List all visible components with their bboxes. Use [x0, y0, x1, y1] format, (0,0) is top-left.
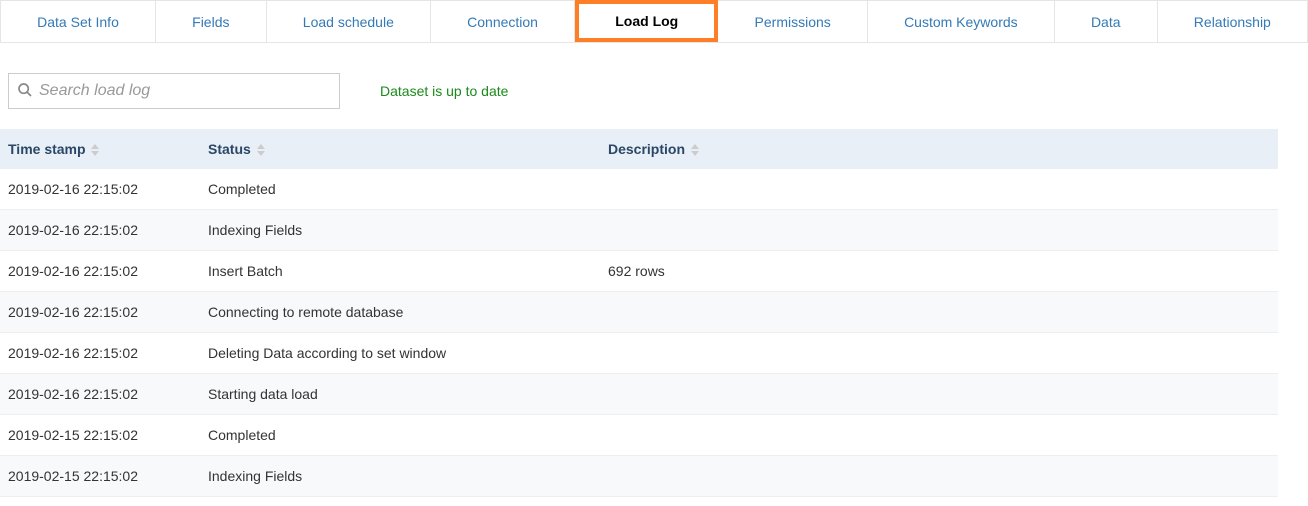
cell-timestamp: 2019-02-16 22:15:02 [0, 251, 200, 292]
header-status-label: Status [208, 141, 251, 157]
header-timestamp[interactable]: Time stamp [0, 129, 200, 169]
search-box[interactable] [8, 73, 340, 109]
dataset-status-message: Dataset is up to date [380, 83, 508, 99]
table-row: 2019-02-16 22:15:02Deleting Data accordi… [0, 333, 1278, 374]
cell-timestamp: 2019-02-16 22:15:02 [0, 374, 200, 415]
tab-bar: Data Set Info Fields Load schedule Connecti… [0, 0, 1308, 43]
cell-description [600, 292, 1278, 333]
tab-label: Relationship [1194, 14, 1271, 30]
table-row: 2019-02-15 22:15:02Completed [0, 415, 1278, 456]
table-row: 2019-02-16 22:15:02Insert Batch692 rows [0, 251, 1278, 292]
cell-timestamp: 2019-02-15 22:15:02 [0, 456, 200, 497]
cell-status: Completed [200, 169, 600, 210]
header-description[interactable]: Description [600, 129, 1278, 169]
cell-status: Completed [200, 415, 600, 456]
cell-status: Indexing Fields [200, 210, 600, 251]
cell-timestamp: 2019-02-16 22:15:02 [0, 333, 200, 374]
table-row: 2019-02-16 22:15:02Connecting to remote … [0, 292, 1278, 333]
tab-custom-keywords[interactable]: Custom Keywords [868, 0, 1055, 42]
table-row: 2019-02-15 22:15:02Indexing Fields [0, 456, 1278, 497]
tab-relationship[interactable]: Relationship [1158, 0, 1308, 42]
table-row: 2019-02-16 22:15:02Starting data load [0, 374, 1278, 415]
tab-load-schedule[interactable]: Load schedule [267, 0, 431, 42]
cell-timestamp: 2019-02-16 22:15:02 [0, 292, 200, 333]
sort-icon [91, 144, 99, 156]
load-log-table: Time stamp Status Description 2019-02-16… [0, 129, 1278, 497]
cell-description [600, 374, 1278, 415]
cell-description [600, 415, 1278, 456]
table-row: 2019-02-16 22:15:02Completed [0, 169, 1278, 210]
cell-timestamp: 2019-02-16 22:15:02 [0, 169, 200, 210]
header-status[interactable]: Status [200, 129, 600, 169]
tab-connection[interactable]: Connection [431, 0, 575, 42]
tab-label: Connection [467, 14, 538, 30]
tab-label: Permissions [755, 14, 831, 30]
tab-label: Load Log [615, 13, 678, 29]
cell-status: Connecting to remote database [200, 292, 600, 333]
tab-data[interactable]: Data [1055, 0, 1158, 42]
tab-permissions[interactable]: Permissions [718, 0, 868, 42]
search-input[interactable] [39, 82, 331, 100]
cell-description: 692 rows [600, 251, 1278, 292]
tab-label: Custom Keywords [904, 14, 1018, 30]
cell-description [600, 333, 1278, 374]
controls-row: Dataset is up to date [0, 43, 1308, 129]
table-row: 2019-02-16 22:15:02Indexing Fields [0, 210, 1278, 251]
header-timestamp-label: Time stamp [8, 141, 86, 157]
cell-status: Insert Batch [200, 251, 600, 292]
tab-label: Load schedule [303, 14, 394, 30]
cell-status: Indexing Fields [200, 456, 600, 497]
header-description-label: Description [608, 141, 685, 157]
cell-timestamp: 2019-02-15 22:15:02 [0, 415, 200, 456]
search-icon [17, 82, 39, 101]
sort-icon [257, 144, 265, 156]
tab-label: Data Set Info [37, 14, 119, 30]
cell-timestamp: 2019-02-16 22:15:02 [0, 210, 200, 251]
table-header-row: Time stamp Status Description [0, 129, 1278, 169]
cell-description [600, 210, 1278, 251]
tab-data-set-info[interactable]: Data Set Info [0, 0, 156, 42]
sort-icon [691, 144, 699, 156]
tab-fields[interactable]: Fields [156, 0, 267, 42]
tab-load-log[interactable]: Load Log [575, 0, 718, 42]
cell-status: Starting data load [200, 374, 600, 415]
cell-description [600, 169, 1278, 210]
cell-status: Deleting Data according to set window [200, 333, 600, 374]
tab-label: Data [1091, 14, 1121, 30]
tab-label: Fields [192, 14, 229, 30]
cell-description [600, 456, 1278, 497]
